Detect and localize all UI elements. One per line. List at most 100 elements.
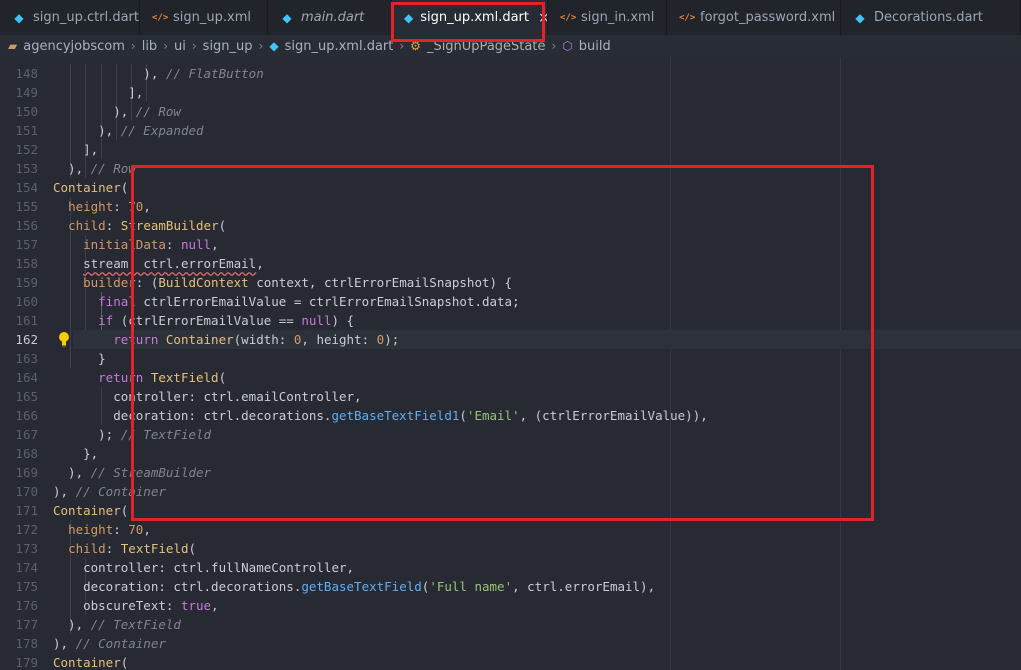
code-token: if — [98, 313, 114, 328]
code-token: BuildContext — [158, 275, 249, 290]
line-number: 165 — [15, 389, 38, 404]
code-line[interactable]: stream: ctrl.errorEmail, — [53, 254, 264, 273]
breadcrumb-item[interactable]: sign_up.xml.dart — [285, 39, 394, 54]
tab-main-dart[interactable]: ◆ main.dart — [268, 0, 392, 35]
line-number: 163 — [15, 351, 38, 366]
code-token: ) { — [331, 313, 355, 328]
line-number: 175 — [15, 579, 38, 594]
code-line[interactable]: ], — [53, 83, 143, 102]
code-line[interactable]: controller: ctrl.emailController, — [53, 387, 361, 406]
lightbulb-icon[interactable] — [58, 331, 70, 347]
code-token: // Container — [75, 484, 166, 499]
chevron-right-icon: › — [130, 39, 136, 53]
code-line[interactable]: ), // Expanded — [53, 121, 204, 140]
code-line[interactable]: }, — [53, 444, 98, 463]
code-line[interactable]: ), // Row — [53, 102, 181, 121]
code-editor[interactable]: 148 ), // FlatButton 149 ], 150 ), // Row 1… — [0, 57, 1021, 670]
code-token: // Row — [135, 104, 181, 119]
code-token: : — [165, 237, 181, 252]
line-number: 156 — [15, 218, 38, 233]
code-line[interactable]: ); // TextField — [53, 425, 211, 444]
code-line[interactable]: initialData: null, — [53, 235, 219, 254]
code-line[interactable]: } — [53, 349, 106, 368]
breadcrumb-item[interactable]: lib — [142, 39, 157, 54]
code-token: ( — [120, 180, 129, 195]
code-line[interactable]: controller: ctrl.fullNameController, — [53, 558, 354, 577]
code-token: controller: ctrl.fullNameController, — [53, 560, 355, 575]
code-token: // Expanded — [120, 123, 204, 138]
code-line[interactable]: ), // Row — [53, 159, 136, 178]
tab-label: sign_in.xml — [581, 10, 655, 25]
code-line[interactable]: obscureText: true, — [53, 596, 218, 615]
breadcrumb-item[interactable]: sign_up — [203, 39, 253, 54]
code-token: getBaseTextField — [301, 579, 422, 594]
code-token: , height: — [301, 332, 377, 347]
line-number: 158 — [15, 256, 38, 271]
code-line[interactable]: Container( — [53, 653, 128, 670]
code-token: // Container — [75, 636, 166, 651]
breadcrumb-item[interactable]: ui — [174, 39, 186, 54]
code-line[interactable]: ), // TextField — [53, 615, 181, 634]
code-token: // Row — [90, 161, 136, 176]
code-token: ], — [53, 142, 99, 157]
code-token: true — [180, 598, 212, 613]
code-line[interactable]: return Container(width: 0, height: 0); — [53, 330, 399, 349]
code-token: StreamBuilder — [120, 218, 219, 233]
breadcrumb-item[interactable]: _SignUpPageState — [427, 39, 546, 54]
breadcrumb-item[interactable]: build — [579, 39, 611, 54]
code-token: TextField — [150, 370, 219, 385]
code-line[interactable]: ), // FlatButton — [53, 64, 263, 83]
code-line[interactable]: builder: (BuildContext context, ctrlErro… — [53, 273, 512, 292]
code-line[interactable]: child: TextField( — [53, 539, 196, 558]
code-line[interactable]: return TextField( — [53, 368, 226, 387]
breadcrumb-item[interactable]: agencyjobscom — [23, 39, 125, 54]
chevron-right-icon: › — [399, 39, 405, 53]
code-token: decoration: ctrl.decorations. — [53, 579, 302, 594]
line-number: 148 — [15, 66, 38, 81]
dart-file-icon: ◆ — [855, 10, 865, 25]
tab-sign-up-ctrl-dart[interactable]: ◆ sign_up.ctrl.dart — [0, 0, 140, 35]
code-line[interactable]: Container( — [53, 178, 128, 197]
code-token: : — [113, 522, 129, 537]
code-line[interactable]: ), // Container — [53, 482, 166, 501]
code-line[interactable]: ], — [53, 140, 98, 159]
code-line[interactable]: child: StreamBuilder( — [53, 216, 226, 235]
tab-sign-in-xml[interactable]: </> sign_in.xml — [548, 0, 667, 35]
tab-label: sign_up.xml — [173, 10, 251, 25]
code-line[interactable]: final ctrlErrorEmailValue = ctrlErrorEma… — [53, 292, 519, 311]
line-number: 168 — [15, 446, 38, 461]
code-token: // TextField — [90, 617, 181, 632]
code-token: return — [113, 332, 159, 347]
close-icon[interactable]: × — [538, 10, 547, 26]
line-number: 159 — [15, 275, 38, 290]
line-number: 173 — [15, 541, 38, 556]
line-number: 155 — [15, 199, 38, 214]
code-token: } — [53, 351, 106, 366]
code-line[interactable]: decoration: ctrl.decorations.getBaseText… — [53, 577, 655, 596]
code-token: null — [180, 237, 212, 252]
code-token: TextField — [120, 541, 189, 556]
tab-decorations-dart[interactable]: ◆ Decorations.dart — [841, 0, 1021, 35]
code-line[interactable]: height: 70, — [53, 520, 151, 539]
code-line[interactable]: height: 70, — [53, 197, 151, 216]
code-line[interactable]: ), // Container — [53, 634, 166, 653]
line-number: 153 — [15, 161, 38, 176]
code-line[interactable]: if (ctrlErrorEmailValue == null) { — [53, 311, 354, 330]
tab-sign-up-xml-dart[interactable]: ◆ sign_up.xml.dart × — [392, 0, 548, 35]
tab-forgot-password-xml[interactable]: </> forgot_password.xml — [667, 0, 841, 35]
code-token: ), — [53, 66, 166, 81]
tab-sign-up-xml[interactable]: </> sign_up.xml — [140, 0, 268, 35]
code-token: stream: ctrl.errorEmail — [83, 256, 257, 271]
code-line[interactable]: ), // StreamBuilder — [53, 463, 211, 482]
code-token: 70 — [128, 522, 144, 537]
code-line[interactable]: Container( — [53, 501, 128, 520]
line-number: 160 — [15, 294, 38, 309]
code-line[interactable]: decoration: ctrl.decorations.getBaseText… — [53, 406, 708, 425]
tab-label: forgot_password.xml — [700, 10, 836, 25]
line-number: 178 — [15, 636, 38, 651]
